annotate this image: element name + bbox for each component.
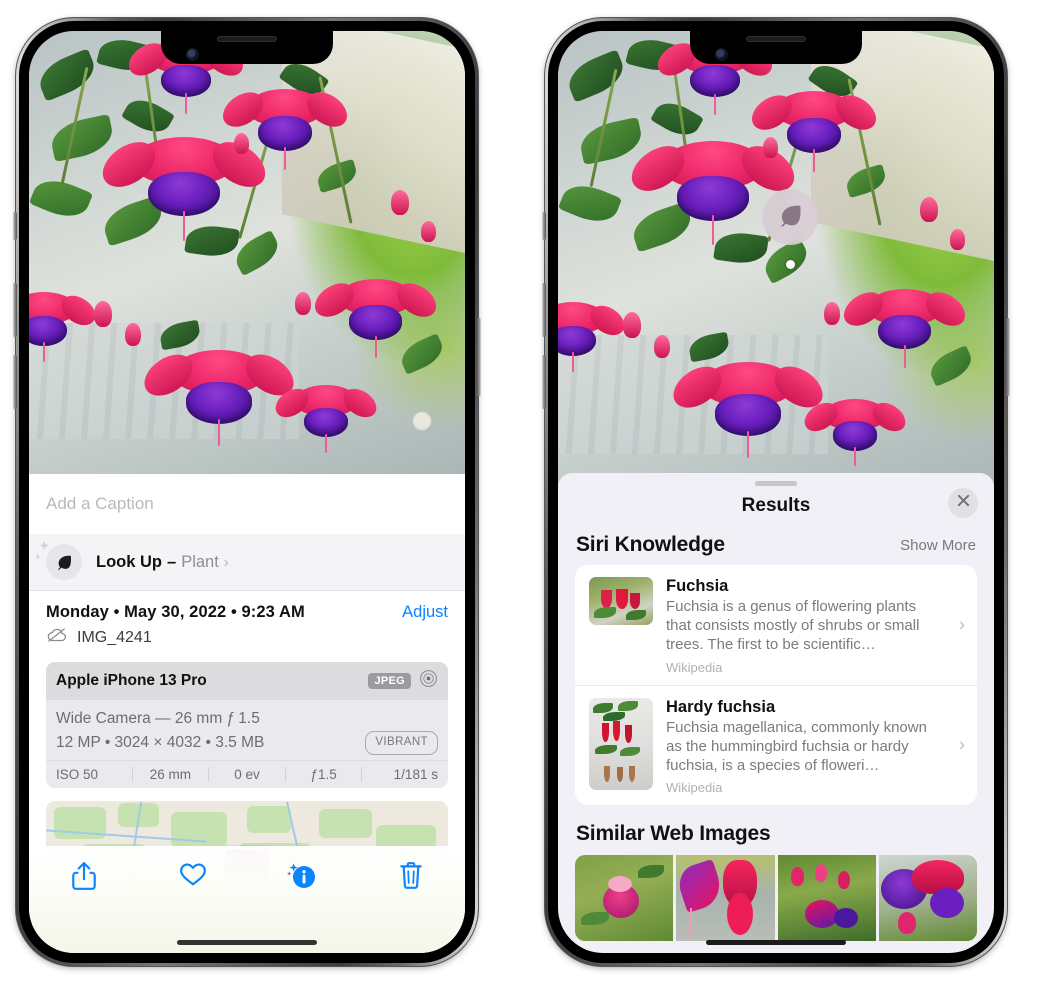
- caption-input[interactable]: Add a Caption: [29, 474, 465, 534]
- leaf-icon: ✦ ✦: [34, 539, 82, 580]
- similar-web-images-row[interactable]: [558, 855, 994, 942]
- chevron-right-icon: ›: [959, 734, 965, 755]
- delete-button[interactable]: [356, 861, 465, 890]
- result-source: Wikipedia: [666, 780, 723, 796]
- result-title: Hardy fuchsia: [666, 697, 776, 716]
- results-title: Results: [741, 495, 811, 516]
- result-title: Fuchsia: [666, 577, 729, 595]
- share-icon: [71, 861, 97, 891]
- exif-focal: 26 mm: [131, 767, 209, 783]
- exif-row: ISO 50 26 mm 0 ev ƒ1.5 1/181 s: [46, 760, 448, 788]
- right-phone-device: Results Siri Knowledge Show More Fuchsia…: [542, 18, 1010, 966]
- similar-image-thumbnail[interactable]: [575, 855, 674, 942]
- aperture-icon: [419, 669, 438, 693]
- exif-aperture: ƒ1.5: [284, 767, 362, 783]
- volume-down-left[interactable]: [13, 355, 17, 409]
- icloud-slash-icon: [46, 627, 68, 648]
- notch-right: [690, 31, 862, 64]
- similar-web-images-header: Similar Web Images: [558, 805, 994, 855]
- result-thumbnail: [589, 577, 653, 625]
- close-button[interactable]: [948, 488, 978, 518]
- power-button-right[interactable]: [1006, 318, 1010, 396]
- result-source: Wikipedia: [666, 659, 723, 675]
- chevron-right-icon: ›: [223, 553, 229, 571]
- left-phone-screen: Add a Caption ✦ ✦ Look Up – Plant › Mond…: [29, 31, 465, 953]
- share-button[interactable]: [29, 861, 138, 891]
- photo-filename: IMG_4241: [77, 628, 152, 646]
- photographic-style-badge: VIBRANT: [365, 731, 438, 755]
- right-phone-screen: Results Siri Knowledge Show More Fuchsia…: [558, 31, 994, 953]
- mute-switch-right[interactable]: [542, 212, 546, 240]
- result-thumbnail: [589, 697, 653, 790]
- look-up-row[interactable]: ✦ ✦ Look Up – Plant ›: [29, 534, 465, 591]
- camera-device-name: Apple iPhone 13 Pro: [56, 672, 207, 689]
- siri-knowledge-title: Siri Knowledge: [576, 533, 725, 556]
- similar-image-thumbnail[interactable]: [878, 855, 977, 942]
- similar-web-images-title: Similar Web Images: [576, 822, 771, 846]
- list-item[interactable]: Fuchsia Fuchsia is a genus of flowering …: [575, 565, 977, 685]
- result-description: Fuchsia is a genus of flowering plants t…: [666, 598, 920, 654]
- heart-icon: [179, 861, 207, 887]
- power-button-left[interactable]: [477, 318, 481, 396]
- camera-info-card[interactable]: Apple iPhone 13 Pro JPEG Wide Camera — 2…: [46, 662, 448, 789]
- info-button[interactable]: [247, 861, 356, 891]
- favorite-button[interactable]: [138, 861, 247, 887]
- volume-up-left[interactable]: [13, 283, 17, 337]
- look-up-label: Look Up – Plant ›: [96, 553, 229, 572]
- exif-shutter: 1/181 s: [361, 767, 438, 783]
- photo-viewer-right[interactable]: [558, 31, 994, 491]
- photo-date: Monday • May 30, 2022 • 9:23 AM: [46, 603, 305, 621]
- info-sparkle-icon: [286, 861, 317, 891]
- look-up-dash: –: [167, 552, 177, 571]
- left-phone-device: Add a Caption ✦ ✦ Look Up – Plant › Mond…: [13, 18, 481, 966]
- visual-look-up-anchor-dot: [786, 260, 795, 269]
- sparkle-small-icon: ✦: [34, 552, 42, 562]
- list-item[interactable]: Hardy fuchsia Fuchsia magellanica, commo…: [575, 684, 977, 806]
- visual-look-up-badge[interactable]: [762, 189, 818, 245]
- home-indicator-right[interactable]: [706, 940, 846, 945]
- siri-knowledge-header: Siri Knowledge Show More: [558, 531, 994, 565]
- look-up-title: Look Up: [96, 552, 162, 571]
- show-more-button[interactable]: Show More: [900, 537, 976, 554]
- home-indicator-left[interactable]: [177, 940, 317, 945]
- similar-image-thumbnail[interactable]: [676, 855, 775, 942]
- photo-toolbar: [29, 846, 465, 953]
- similar-image-thumbnail[interactable]: [777, 855, 876, 942]
- volume-down-right[interactable]: [542, 355, 546, 409]
- adjust-button[interactable]: Adjust: [402, 603, 448, 622]
- camera-size-line: 12 MP • 3024 × 4032 • 3.5 MB: [56, 734, 265, 752]
- exif-iso: ISO 50: [56, 767, 99, 783]
- photo-metadata: Monday • May 30, 2022 • 9:23 AM Adjust I…: [29, 591, 465, 656]
- look-up-subject: Plant: [181, 552, 219, 571]
- notch-left: [161, 31, 333, 64]
- earpiece-speaker-icon: [746, 36, 806, 42]
- close-icon: [956, 493, 971, 513]
- earpiece-speaker-icon: [217, 36, 277, 42]
- chevron-right-icon: ›: [959, 614, 965, 635]
- exif-ev: 0 ev: [208, 767, 285, 783]
- camera-lens-line: Wide Camera — 26 mm ƒ 1.5: [56, 710, 260, 727]
- result-description: Fuchsia magellanica, commonly known as t…: [666, 718, 927, 774]
- mute-switch-left[interactable]: [13, 212, 17, 240]
- format-badge: JPEG: [368, 673, 411, 689]
- trash-icon: [399, 861, 423, 890]
- volume-up-right[interactable]: [542, 283, 546, 337]
- leaf-icon: [775, 200, 805, 235]
- results-sheet: Results Siri Knowledge Show More Fuchsia…: [558, 473, 994, 953]
- photo-viewer-left[interactable]: [29, 31, 465, 474]
- front-camera-icon: [187, 49, 198, 60]
- siri-knowledge-card: Fuchsia Fuchsia is a genus of flowering …: [575, 565, 977, 806]
- front-camera-icon: [716, 49, 727, 60]
